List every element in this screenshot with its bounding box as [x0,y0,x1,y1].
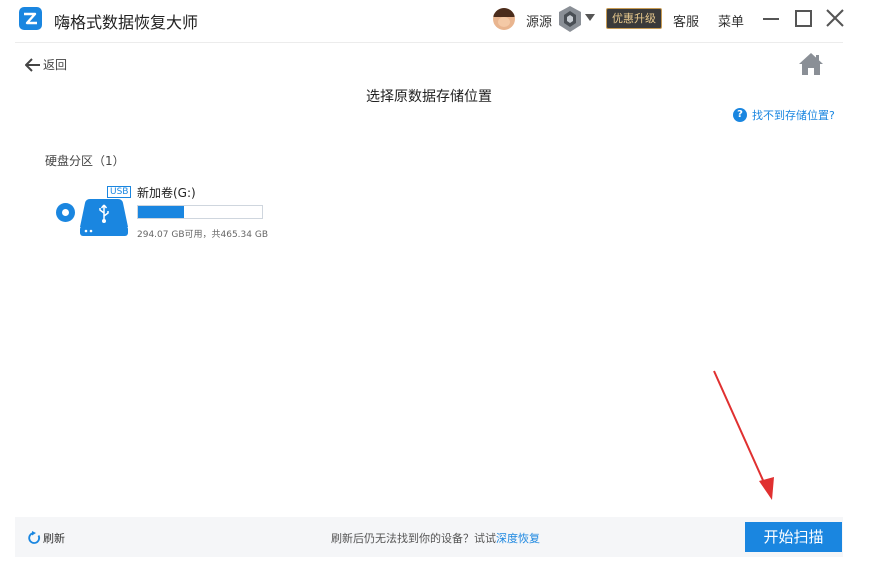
home-icon[interactable] [798,52,824,76]
partition-radio[interactable] [56,203,75,222]
refresh-icon [28,531,41,544]
maximize-icon[interactable] [795,10,812,27]
menu-button[interactable]: 菜单 [718,11,744,30]
help-icon: ? [733,108,747,122]
customer-service-button[interactable]: 客服 [673,11,699,30]
capacity-text: 294.07 GB可用，共465.34 GB [137,230,269,240]
partition-section-label: 硬盘分区（1） [45,154,125,168]
capacity-bar [137,205,263,219]
usb-badge: USB [107,186,132,198]
back-arrow-icon [25,57,40,72]
drive-name[interactable]: 新加卷(G:) [137,184,196,201]
back-label: 返回 [43,58,68,72]
help-link[interactable]: ? 找不到存储位置? [733,107,835,123]
footer-message: 刷新后仍无法找到你的设备？试试深度恢复 [331,530,540,546]
title-bar: 嗨格式数据恢复大师 源源 优惠升级 客服 菜单 [0,0,886,40]
avatar[interactable] [493,8,515,30]
rank-badge-icon[interactable] [558,5,582,33]
header-divider [15,42,843,43]
refresh-button[interactable]: 刷新 [27,530,65,546]
back-button[interactable]: 返回 [25,56,67,73]
username[interactable]: 源源 [526,11,552,30]
capacity-fill [138,206,184,218]
chevron-down-icon[interactable] [585,14,595,21]
refresh-label: 刷新 [43,532,65,545]
close-icon[interactable] [826,9,844,27]
footer-message-text: 刷新后仍无法找到你的设备？试试 [331,532,496,545]
minimize-icon[interactable] [763,18,779,20]
deep-recovery-link[interactable]: 深度恢复 [496,532,540,545]
page-title: 选择原数据存储位置 [366,89,492,105]
annotation-arrow [713,370,774,500]
start-scan-button[interactable]: 开始扫描 [745,522,842,552]
footer-bar: 刷新 刷新后仍无法找到你的设备？试试深度恢复 开始扫描 [15,517,843,557]
app-title: 嗨格式数据恢复大师 [54,13,199,32]
help-link-label: 找不到存储位置? [752,109,835,122]
app-logo-icon [19,7,42,30]
usb-drive-icon[interactable] [79,197,129,237]
promo-upgrade-button[interactable]: 优惠升级 [606,8,662,29]
